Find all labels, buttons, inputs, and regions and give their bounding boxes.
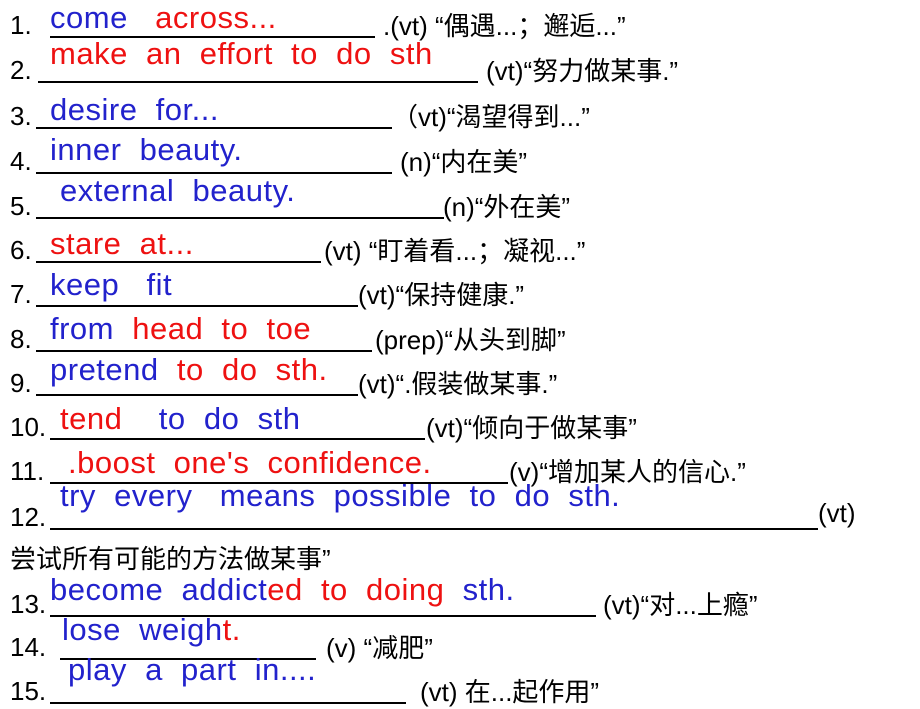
answer-phrase: inner beauty.	[50, 132, 243, 168]
answer-phrase: become addicted to doing sth.	[50, 572, 515, 608]
answer-blank-line	[36, 394, 358, 396]
answer-blank-line	[38, 81, 478, 83]
answer-phrase: external beauty.	[60, 173, 295, 209]
item-number: 4.	[10, 146, 32, 176]
answer-segment: desire for...	[50, 92, 219, 127]
chinese-gloss: (vt) “盯着看...；凝视...”	[324, 236, 586, 266]
answer-segment: external beauty.	[60, 173, 296, 208]
item-number: 9.	[10, 368, 32, 398]
answer-segment: t.	[222, 612, 241, 647]
chinese-gloss: (n)“外在美”	[443, 192, 571, 222]
chinese-gloss: (vt)“保持健康.”	[358, 280, 525, 310]
answer-phrase: from head to toe	[50, 311, 311, 347]
chinese-gloss: (vt)“对...上瘾”	[603, 590, 758, 620]
chinese-gloss: (v) “减肥”	[326, 633, 433, 663]
answer-phrase: pretend to do sth.	[50, 352, 328, 388]
answer-segment: across...	[155, 0, 277, 35]
item-number: 5.	[10, 191, 32, 221]
item-number: 8.	[10, 324, 32, 354]
answer-phrase: .boost one's confidence.	[68, 445, 432, 481]
answer-segment: try every means possible	[60, 478, 470, 513]
answer-phrase: desire for...	[50, 92, 219, 128]
chinese-gloss: (vt)“倾向于做某事”	[426, 413, 637, 443]
answer-phrase: stare at...	[50, 226, 194, 262]
answer-blank-line	[50, 702, 406, 704]
chinese-gloss: (vt)	[818, 498, 856, 528]
answer-phrase: tend to do sth	[60, 401, 300, 437]
answer-segment: .boost one's confidence.	[68, 445, 432, 480]
answer-segment: come	[50, 0, 156, 35]
answer-segment: stare at...	[50, 226, 194, 261]
chinese-gloss: (n)“内在美”	[400, 147, 528, 177]
item-number: 15.	[10, 676, 47, 706]
chinese-gloss: (prep)“从头到脚”	[375, 325, 566, 355]
item-number: 3.	[10, 101, 32, 131]
answer-segment: ed to doing	[267, 572, 445, 607]
answer-segment: lose weigh	[62, 612, 223, 647]
answer-phrase: try every means possible to do sth.	[60, 478, 620, 514]
item-number: 11.	[10, 456, 45, 486]
answer-phrase: play a part in....	[68, 652, 316, 688]
answer-segment: keep fit	[50, 267, 173, 302]
item-number: 10.	[10, 412, 47, 442]
answer-segment: from	[50, 311, 133, 346]
answer-segment: inner beauty.	[50, 132, 243, 167]
answer-segment: head to toe	[132, 311, 312, 346]
answer-segment: become addict	[50, 572, 268, 607]
answer-blank-line	[36, 305, 358, 307]
answer-segment: sth.	[444, 572, 515, 607]
answer-phrase: keep fit	[50, 267, 172, 303]
answer-phrase: make an effort to do sth	[50, 36, 433, 72]
item-number: 13.	[10, 589, 47, 619]
chinese-gloss: 尝试所有可能的方法做某事”	[10, 544, 331, 574]
chinese-gloss: (vt)“努力做某事.”	[486, 56, 679, 86]
answer-segment: make an effort to do sth	[50, 36, 433, 71]
item-number: 1.	[10, 10, 32, 40]
answer-segment: pretend	[50, 352, 177, 387]
answer-segment: to do sth	[158, 401, 301, 436]
item-number: 14.	[10, 632, 47, 662]
item-number: 7.	[10, 279, 32, 309]
answer-blank-line	[50, 438, 425, 440]
chinese-gloss: (vt)“.假装做某事.”	[358, 369, 558, 399]
item-number: 6.	[10, 235, 32, 265]
answer-phrase: come across...	[50, 0, 277, 36]
answer-segment: play a part in....	[68, 652, 317, 687]
answer-blank-line	[50, 528, 818, 530]
answer-phrase: lose weight.	[62, 612, 241, 648]
item-number: 2.	[10, 55, 32, 85]
answer-segment: to do sth.	[176, 352, 328, 387]
answer-segment: tend	[60, 401, 159, 436]
answer-blank-line	[36, 217, 444, 219]
chinese-gloss: （vt)“渴望得到...”	[392, 102, 590, 132]
item-number: 12.	[10, 502, 47, 532]
answer-segment: to do sth.	[469, 478, 621, 513]
chinese-gloss: (vt) 在...起作用”	[420, 677, 600, 707]
